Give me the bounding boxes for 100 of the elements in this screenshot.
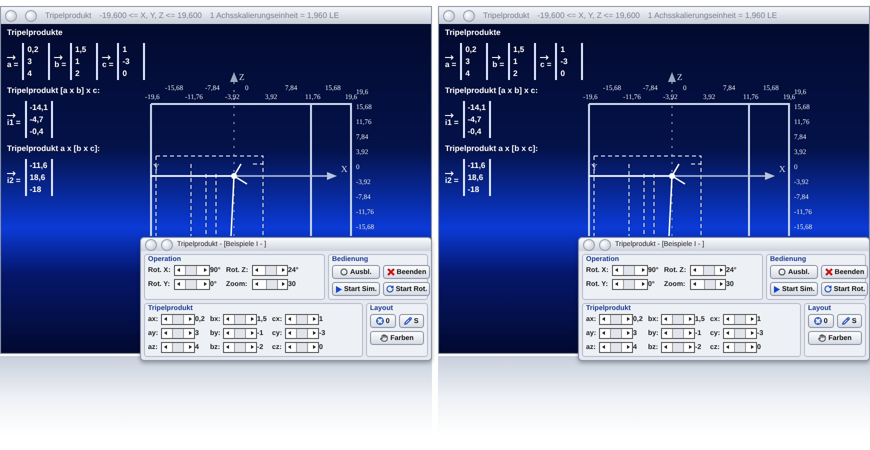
right-arrow-icon [251,317,254,321]
slider-thumb[interactable] [703,266,716,275]
slider-thumb[interactable] [184,266,197,275]
window-title: 1 Achsskalierungseinheit = 1,960 LE [210,11,340,20]
right-arrow-icon [282,268,285,272]
left-arrow-icon [726,317,729,321]
scroll-slider[interactable] [723,314,757,325]
right-arrow-icon [751,345,754,349]
slider-thumb[interactable] [734,315,746,324]
slider-thumb[interactable] [734,343,746,352]
vector-arrow-icon [540,54,550,60]
slider-thumb[interactable] [622,266,635,275]
window-control-icon[interactable] [583,238,595,250]
slider-thumb[interactable] [172,315,184,324]
window-title: 1 Achsskalierungseinheit = 1,960 LE [648,11,778,20]
section-heading: Tripelprodukt a x [b x c]: [445,144,539,153]
window-control-icon[interactable] [443,10,455,22]
matrix-entry: 2 [75,69,81,78]
slider-thumb[interactable] [234,329,246,338]
scroll-slider[interactable] [690,265,726,276]
vector-name: a = [7,60,18,68]
slider-thumb[interactable] [265,266,278,275]
slider-thumb[interactable] [610,343,622,352]
slider-thumb[interactable] [704,280,716,289]
slider-thumb[interactable] [622,280,635,289]
slider-thumb[interactable] [184,280,197,289]
window-title: Tripelprodukt [45,11,92,20]
scroll-slider[interactable] [661,328,695,339]
scroll-slider[interactable] [599,342,633,353]
slider-thumb[interactable] [234,315,246,324]
slider-thumb[interactable] [172,343,184,352]
slider-thumb[interactable] [296,343,308,352]
left-arrow-icon [615,268,618,272]
slider-thumb[interactable] [234,343,246,352]
right-arrow-icon [642,282,645,286]
slider-thumb[interactable] [172,329,184,338]
matrix-entry: 4 [27,69,33,78]
matrix-entry: 1,5 [513,45,526,54]
scroll-slider[interactable] [723,328,757,339]
slider-thumb[interactable] [610,315,622,324]
window-control-icon[interactable] [25,10,37,22]
scroll-slider[interactable] [690,279,726,290]
scroll-slider[interactable] [161,342,195,353]
window-control-icon[interactable] [145,238,157,250]
vector-arrow-icon [492,54,502,60]
scroll-slider[interactable] [223,342,257,353]
scroll-slider[interactable] [252,265,288,276]
left-arrow-icon [615,282,618,286]
matrix-entry: 0,2 [465,45,478,54]
pencil-icon [842,317,850,325]
vector-arrow-icon [54,54,64,60]
left-arrow-icon [164,345,167,349]
window-control-icon[interactable] [161,238,173,250]
scroll-slider[interactable] [223,328,257,339]
scroll-slider[interactable] [723,342,757,353]
slider-thumb[interactable] [296,329,308,338]
scroll-slider[interactable] [161,328,195,339]
slider-thumb[interactable] [610,329,622,338]
scroll-slider[interactable] [285,314,319,325]
scroll-slider[interactable] [223,314,257,325]
scroll-slider[interactable] [285,328,319,339]
scroll-slider[interactable] [252,279,288,290]
axis-label: X [341,164,348,174]
vector-arrow-icon [445,112,454,118]
slider-thumb[interactable] [266,280,278,289]
scroll-slider[interactable] [661,342,695,353]
scroll-slider[interactable] [599,314,633,325]
vector-name: i2 = [7,176,21,184]
section-heading: Tripelprodukt [a x b] x c: [445,86,539,95]
scroll-slider[interactable] [612,279,648,290]
slider-thumb[interactable] [672,343,684,352]
vector-arrow-icon [102,54,112,60]
scroll-slider[interactable] [285,342,319,353]
left-arrow-icon [288,317,291,321]
left-arrow-icon [226,317,229,321]
matrix-entry: 1 [513,57,519,66]
left-arrow-icon [226,331,229,335]
vector-name: i1 = [445,118,459,126]
slider-thumb[interactable] [672,329,684,338]
axis-label: Y [591,162,598,172]
scroll-slider[interactable] [174,279,210,290]
left-arrow-icon [255,282,258,286]
crosshair-icon [376,317,384,325]
right-arrow-icon [751,331,754,335]
matrix-entry: 0 [560,69,566,78]
slider-thumb[interactable] [672,315,684,324]
crosshair-icon [814,317,822,325]
scroll-slider[interactable] [612,265,648,276]
scroll-slider[interactable] [174,265,210,276]
scroll-slider[interactable] [661,314,695,325]
slider-thumb[interactable] [296,315,308,324]
window-control-icon[interactable] [599,238,611,250]
window-control-icon[interactable] [463,10,475,22]
scroll-slider[interactable] [161,314,195,325]
matrix-entry: 0 [122,69,128,78]
scroll-slider[interactable] [599,328,633,339]
window-control-icon[interactable] [5,10,17,22]
slider-thumb[interactable] [734,329,746,338]
close-icon [386,268,395,276]
matrix-entry: -11,6 [30,161,48,170]
